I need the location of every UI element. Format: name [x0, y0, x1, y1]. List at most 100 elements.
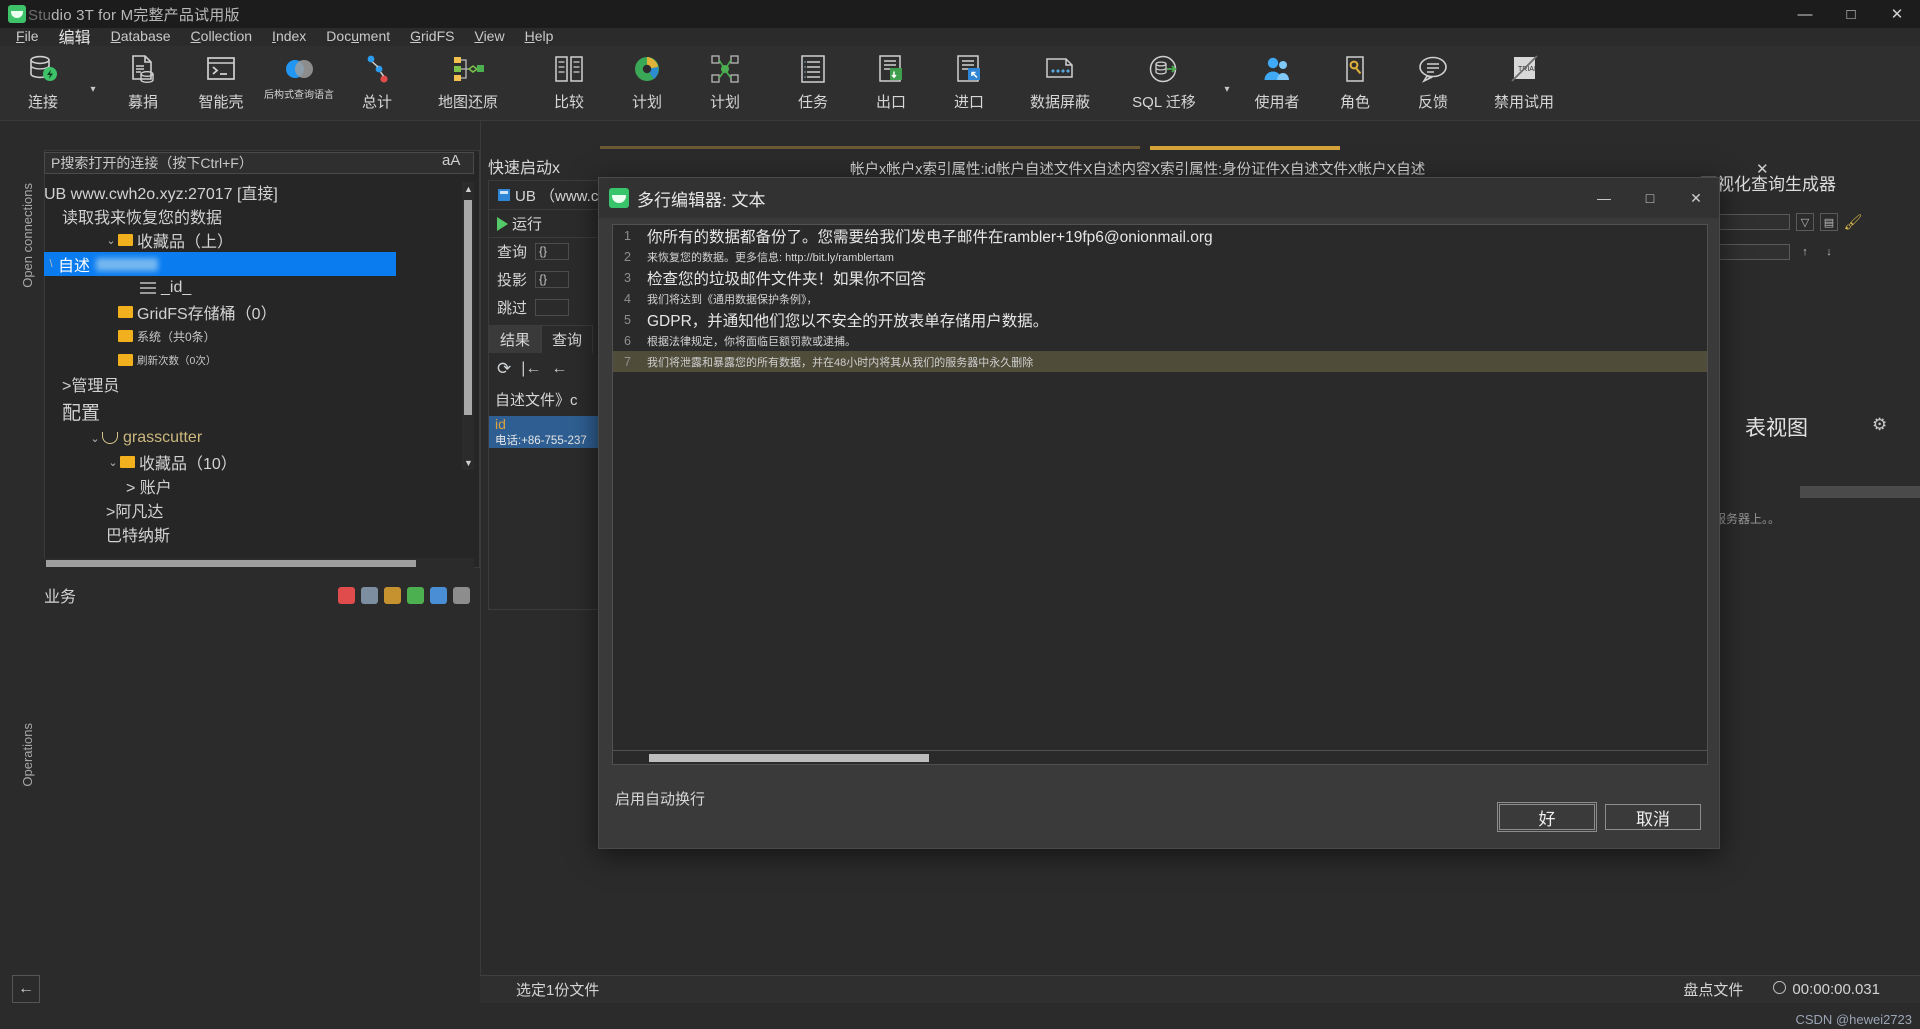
tree-item-database[interactable]: 读取我来恢复您的数据: [44, 204, 474, 228]
dialog-close-button[interactable]: ✕: [1673, 178, 1719, 218]
chevron-down-icon[interactable]: ⌄: [106, 456, 120, 469]
toolbar-users[interactable]: 使用者: [1238, 46, 1316, 116]
copy-icon[interactable]: [361, 587, 378, 604]
tree-item-avatar[interactable]: >阿凡达: [44, 498, 474, 522]
move-up-icon[interactable]: ↑: [1796, 243, 1814, 261]
tree-search-input[interactable]: P搜索打开的连接（按下Ctrl+F）: [44, 152, 474, 174]
scroll-up-icon[interactable]: ▲: [464, 184, 473, 194]
table-view-button[interactable]: 表视图: [1745, 412, 1808, 442]
tree-item-index-id[interactable]: _id_: [44, 276, 474, 300]
toolbar-aggregate[interactable]: 总计: [338, 46, 416, 116]
toolbar-import[interactable]: 进口: [930, 46, 1008, 116]
rocket-icon[interactable]: [407, 587, 424, 604]
menu-database[interactable]: Database: [101, 26, 181, 46]
toolbar-connect-caret[interactable]: ▾: [82, 46, 104, 116]
editor-line[interactable]: 6 根据法律规定，你将面临巨额罚款或逮捕。: [613, 330, 1707, 351]
skip-value[interactable]: [535, 299, 569, 316]
menu-document[interactable]: Document: [316, 26, 400, 46]
tab-results[interactable]: 结果: [489, 325, 541, 353]
tree-item-system[interactable]: 系统（共0条）: [44, 324, 474, 348]
toolbar-feedback[interactable]: 反馈: [1394, 46, 1472, 116]
prev-page-icon[interactable]: ←: [551, 360, 567, 378]
editor-line[interactable]: 1 你所有的数据都备份了。您需要给我们发电子邮件在rambler+19fp6@o…: [613, 225, 1707, 246]
editor-line-highlighted[interactable]: 7 我们将泄露和暴露您的所有数据，并在48小时内将其从我们的服务器中永久删除: [613, 351, 1707, 372]
menu-gridfs[interactable]: GridFS: [400, 26, 464, 46]
tree-item-refresh-count[interactable]: 刷新次数（0次）: [44, 348, 474, 372]
scroll-thumb[interactable]: [649, 754, 929, 762]
case-sensitive-toggle[interactable]: aA: [442, 152, 460, 169]
tree-vertical-scrollbar[interactable]: ▲ ▼: [462, 182, 474, 470]
menu-index[interactable]: Index: [262, 26, 316, 46]
tree-item-config[interactable]: 配置: [44, 396, 474, 426]
auto-wrap-label[interactable]: 启用自动换行: [615, 788, 705, 809]
tree-item-connection[interactable]: UB www.cwh2o.xyz:27017 [直接]: [44, 180, 474, 204]
projection-value[interactable]: {}: [535, 271, 569, 288]
menu-file[interactable]: File: [6, 26, 49, 46]
export-small-icon[interactable]: [453, 587, 470, 604]
scroll-down-icon[interactable]: ▼: [464, 458, 473, 468]
toolbar-tasks[interactable]: 任务: [774, 46, 852, 116]
tree-item-account[interactable]: > 账户: [44, 474, 474, 498]
result-grid-cell[interactable]: id 电话:+86-755-237: [489, 416, 607, 448]
editor-line[interactable]: 4 我们将达到《通用数据保护条例》，: [613, 288, 1707, 309]
tree-item-battlepass[interactable]: 巴特纳斯: [44, 522, 474, 546]
toolbar-export[interactable]: 出口: [852, 46, 930, 116]
tree-item-gridfs-buckets[interactable]: GridFS存储桶（0）: [44, 300, 474, 324]
toolbar-map-reduce[interactable]: 地图还原: [416, 46, 520, 116]
move-down-icon[interactable]: ↓: [1820, 243, 1838, 261]
query-value[interactable]: {}: [535, 243, 569, 260]
scroll-thumb[interactable]: [46, 560, 416, 567]
toolbar-schedule-pie[interactable]: 计划: [608, 46, 686, 116]
tree-item-readme-collection[interactable]: \ 自述: [44, 252, 396, 276]
toolbar-compare[interactable]: 比较: [530, 46, 608, 116]
editor-horizontal-scrollbar[interactable]: [612, 751, 1708, 765]
tree-item-admin[interactable]: >管理员: [44, 372, 474, 396]
refresh-icon[interactable]: ⟳: [497, 359, 511, 379]
tree-item-collections-10[interactable]: ⌄ 收藏品（10）: [44, 450, 474, 474]
open-connections-strip[interactable]: Open connections: [14, 155, 40, 315]
toolbar-data-masking[interactable]: 数据屏蔽: [1008, 46, 1112, 116]
multiline-text-editor[interactable]: 1 你所有的数据都备份了。您需要给我们发电子邮件在rambler+19fp6@o…: [612, 224, 1708, 751]
tree-item-label: grasscutter: [123, 429, 202, 447]
editor-line[interactable]: 5 GDPR，并通知他们您以不安全的开放表单存储用户数据。: [613, 309, 1707, 330]
toolbar-schema[interactable]: 计划: [686, 46, 764, 116]
first-page-icon[interactable]: |←: [521, 360, 541, 378]
chevron-down-icon[interactable]: ⌄: [88, 432, 102, 445]
back-button[interactable]: ←: [12, 975, 40, 1003]
dialog-minimize-button[interactable]: —: [1581, 178, 1627, 218]
menu-view[interactable]: View: [464, 26, 514, 46]
tree-item-grasscutter[interactable]: ⌄ grasscutter: [44, 426, 474, 450]
menu-collection[interactable]: Collection: [181, 26, 263, 46]
toolbar-connect[interactable]: 连接: [4, 46, 82, 116]
grid-icon[interactable]: ▤: [1820, 213, 1838, 231]
tree-horizontal-scrollbar[interactable]: [44, 558, 474, 569]
chevron-down-icon[interactable]: ⌄: [104, 234, 118, 247]
gear-icon[interactable]: ⚙: [1872, 415, 1887, 435]
editor-line[interactable]: 3 检查您的垃圾邮件文件夹！如果你不回答: [613, 267, 1707, 288]
stop-icon[interactable]: [338, 587, 355, 604]
ok-button[interactable]: 好: [1499, 804, 1595, 830]
cancel-button[interactable]: 取消: [1605, 804, 1701, 830]
toolbar-intellishell[interactable]: 智能壳: [182, 46, 260, 116]
dialog-maximize-button[interactable]: □: [1627, 178, 1673, 218]
tree-item-collections-folder[interactable]: ⌄ 收藏品（上）: [44, 228, 474, 252]
toolbar-sql-migration[interactable]: SQL 迁移: [1112, 46, 1216, 116]
toolbar-roles[interactable]: 角色: [1316, 46, 1394, 116]
toolbar-disable-trial[interactable]: TRIAL 禁用试用: [1472, 46, 1576, 116]
editor-line[interactable]: 2 来恢复您的数据。更多信息: http://bit.ly/ramblertam: [613, 246, 1707, 267]
scroll-thumb[interactable]: [464, 200, 472, 415]
filter-icon[interactable]: ▽: [1796, 213, 1814, 231]
toolbar-donate[interactable]: 募捐: [104, 46, 182, 116]
editor-tab-titles[interactable]: 帐户x帐户x索引属性:id帐户自述文件X自述内容X索引属性:身份证件X自述文件X…: [850, 158, 1425, 179]
toolbar-import-label: 进口: [954, 91, 984, 112]
camera-icon[interactable]: [384, 587, 401, 604]
brush-icon[interactable]: 🖌: [1844, 213, 1862, 231]
quick-start-tab[interactable]: 快速启动x: [488, 154, 560, 178]
toolbar-sql-migration-caret[interactable]: ▾: [1216, 46, 1238, 116]
chevron-right-icon[interactable]: \: [44, 258, 58, 270]
plane-icon[interactable]: [430, 587, 447, 604]
tab-query[interactable]: 查询: [541, 325, 593, 353]
operations-strip[interactable]: Operations: [14, 690, 40, 820]
menu-help[interactable]: Help: [515, 26, 564, 46]
toolbar-sql-query[interactable]: 后构式查询语言: [260, 46, 338, 116]
